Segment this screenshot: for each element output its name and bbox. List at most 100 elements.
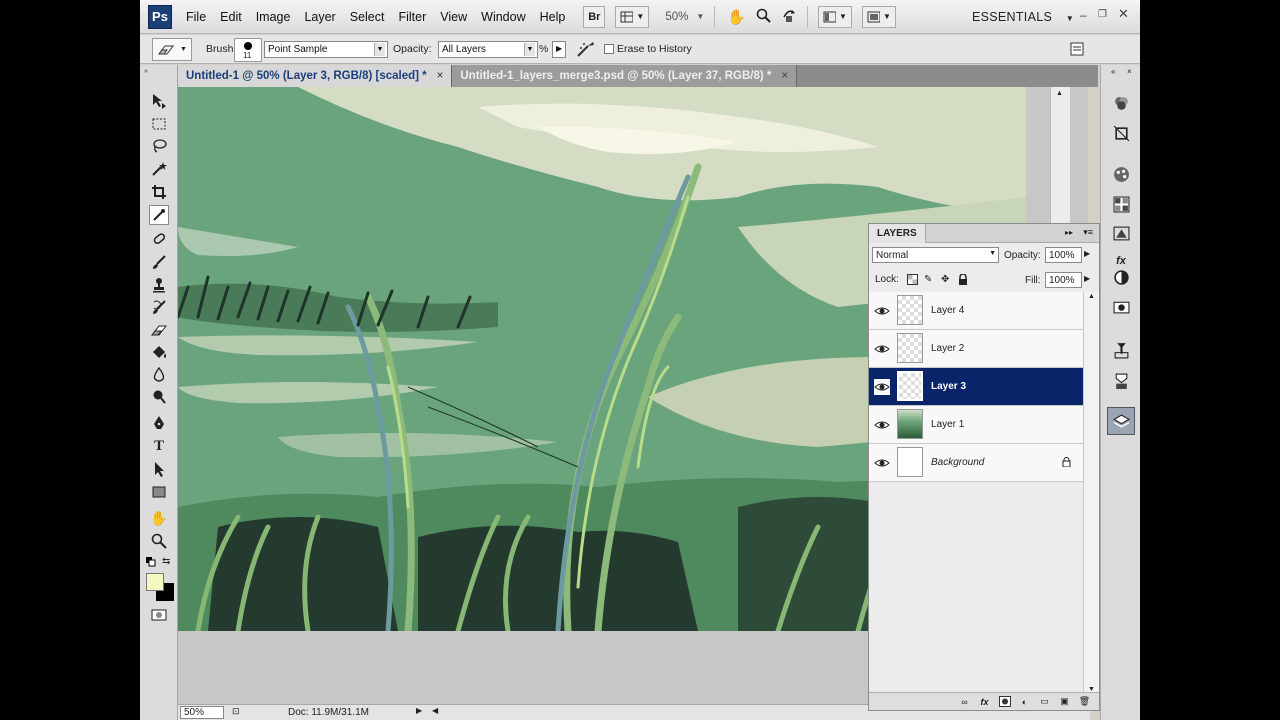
- layer-row-layer-1[interactable]: Layer 1: [869, 406, 1083, 444]
- panel-menu-icon[interactable]: ▾≡: [1083, 227, 1093, 238]
- scroll-left-icon[interactable]: ◀: [432, 706, 438, 715]
- eye-icon[interactable]: [874, 455, 890, 471]
- menu-view[interactable]: View: [440, 10, 467, 24]
- actions-panel-icon[interactable]: [1111, 371, 1131, 391]
- fill-slider-arrow-icon[interactable]: ▶: [1084, 274, 1090, 283]
- color-panel-icon[interactable]: [1111, 93, 1131, 113]
- tab-close-icon[interactable]: ×: [437, 70, 444, 82]
- menu-layer[interactable]: Layer: [304, 10, 335, 24]
- lock-position-icon[interactable]: ✥: [941, 274, 953, 286]
- layer-row-background[interactable]: Background: [869, 444, 1083, 482]
- close-icon[interactable]: ✕: [1118, 6, 1129, 22]
- adjustment-layer-icon[interactable]: ◐: [1018, 696, 1031, 707]
- layer-opacity-field[interactable]: 100%: [1045, 247, 1082, 263]
- paint-bucket-tool-icon[interactable]: [149, 343, 169, 363]
- marquee-tool-icon[interactable]: [149, 114, 169, 134]
- layer-row-layer-4[interactable]: Layer 4: [869, 292, 1083, 330]
- screen-mode-button[interactable]: ▼: [861, 5, 896, 28]
- foreground-color-swatch[interactable]: [146, 573, 164, 591]
- menu-window[interactable]: Window: [481, 10, 525, 24]
- layers-panel-icon[interactable]: [1107, 407, 1135, 435]
- brush-picker[interactable]: 11: [234, 38, 262, 62]
- lock-transparent-icon[interactable]: [907, 274, 919, 286]
- crop-tool-icon[interactable]: [149, 182, 169, 202]
- bridge-button[interactable]: Br: [583, 5, 606, 28]
- eye-icon[interactable]: [874, 417, 890, 433]
- zoom-tool-icon[interactable]: [756, 8, 771, 26]
- path-selection-tool-icon[interactable]: [149, 459, 169, 479]
- minimize-icon[interactable]: –: [1080, 8, 1087, 22]
- magic-wand-tool-icon[interactable]: [149, 159, 169, 179]
- new-layer-icon[interactable]: ▣: [1058, 696, 1071, 707]
- layer-row-layer-3[interactable]: Layer 3: [869, 368, 1083, 406]
- rectangle-tool-icon[interactable]: [149, 482, 169, 502]
- menu-select[interactable]: Select: [350, 10, 385, 24]
- tab-untitled-1[interactable]: Untitled-1 @ 50% (Layer 3, RGB/8) [scale…: [178, 65, 453, 87]
- link-layers-icon[interactable]: ∞: [958, 696, 971, 707]
- eye-icon[interactable]: [874, 379, 890, 395]
- erase-to-history-checkbox[interactable]: [604, 44, 614, 54]
- layer-row-layer-2[interactable]: Layer 2: [869, 330, 1083, 368]
- layer-style-icon[interactable]: fx: [978, 696, 991, 707]
- opacity-slider-button[interactable]: ▶: [552, 41, 566, 58]
- lasso-tool-icon[interactable]: [149, 136, 169, 156]
- tab-close-icon[interactable]: ×: [781, 70, 788, 82]
- sample-mode-select[interactable]: Point Sample ▼: [264, 41, 388, 58]
- eye-icon[interactable]: [874, 341, 890, 357]
- adjustments-panel-icon[interactable]: [1111, 223, 1131, 243]
- opacity-slider-arrow-icon[interactable]: ▶: [1084, 249, 1090, 258]
- history-brush-tool-icon[interactable]: [149, 297, 169, 317]
- expand-dock-icon[interactable]: «: [1111, 67, 1115, 76]
- swatches-panel-icon[interactable]: [1111, 164, 1131, 184]
- quick-mask-icon[interactable]: [149, 605, 169, 625]
- menu-image[interactable]: Image: [256, 10, 291, 24]
- dodge-tool-icon[interactable]: [149, 387, 169, 407]
- layers-panel-tab[interactable]: LAYERS: [869, 224, 926, 243]
- view-extras-button[interactable]: ▼: [615, 5, 650, 28]
- navigator-panel-icon[interactable]: [1111, 123, 1131, 143]
- fill-field[interactable]: 100%: [1045, 272, 1082, 288]
- new-group-icon[interactable]: ▭: [1038, 696, 1051, 707]
- styles-panel-icon[interactable]: [1111, 194, 1131, 214]
- photoshop-logo[interactable]: Ps: [148, 4, 172, 29]
- move-tool-icon[interactable]: [149, 91, 169, 111]
- arrange-documents-button[interactable]: ▼: [817, 5, 852, 28]
- pen-tool-icon[interactable]: [149, 413, 169, 433]
- zoom-tool-icon[interactable]: [149, 531, 169, 551]
- blend-mode-select[interactable]: Normal ▼: [872, 247, 999, 263]
- scroll-up-icon[interactable]: ▲: [1056, 90, 1063, 97]
- menu-file[interactable]: File: [186, 10, 206, 24]
- camera-panel-icon[interactable]: [1111, 296, 1131, 316]
- history-panel-icon[interactable]: [1111, 340, 1131, 360]
- eraser-tool-icon[interactable]: [149, 320, 169, 340]
- status-info-icon[interactable]: ⊡: [232, 706, 240, 717]
- blur-tool-icon[interactable]: [149, 365, 169, 385]
- menu-edit[interactable]: Edit: [220, 10, 242, 24]
- add-mask-icon[interactable]: [998, 696, 1011, 707]
- airbrush-icon[interactable]: [576, 40, 596, 61]
- workspace-switcher[interactable]: ESSENTIALS ▼: [972, 10, 1074, 24]
- eyedropper-tool-icon[interactable]: [149, 205, 169, 225]
- lock-all-icon[interactable]: [958, 273, 970, 286]
- swap-colors-icon[interactable]: ⇆: [162, 556, 170, 567]
- eye-icon[interactable]: [874, 303, 890, 319]
- opacity-select[interactable]: All Layers ▼: [438, 41, 538, 58]
- restore-icon[interactable]: ❐: [1098, 9, 1107, 20]
- menu-filter[interactable]: Filter: [398, 10, 426, 24]
- layers-scrollbar[interactable]: ▲ ▼: [1083, 292, 1099, 694]
- clone-stamp-tool-icon[interactable]: [149, 275, 169, 295]
- healing-brush-tool-icon[interactable]: [149, 229, 169, 249]
- collapse-panel-icon[interactable]: ▸▸: [1065, 228, 1073, 237]
- default-colors-icon[interactable]: [146, 557, 156, 567]
- status-menu-arrow-icon[interactable]: ▶: [416, 706, 422, 715]
- zoom-level-dropdown[interactable]: 50% ▼: [665, 11, 704, 23]
- delete-layer-icon[interactable]: 🗑: [1078, 696, 1091, 707]
- tool-preset-picker[interactable]: ▼: [152, 38, 192, 61]
- tab-layers-merge3[interactable]: Untitled-1_layers_merge3.psd @ 50% (Laye…: [452, 65, 798, 87]
- scroll-up-icon[interactable]: ▲: [1088, 293, 1095, 300]
- type-tool-icon[interactable]: T: [149, 436, 169, 456]
- hand-tool-icon[interactable]: ✋: [149, 508, 169, 528]
- menu-help[interactable]: Help: [540, 10, 566, 24]
- lock-image-pixels-icon[interactable]: ✎: [924, 274, 936, 286]
- masks-panel-icon[interactable]: [1111, 267, 1131, 287]
